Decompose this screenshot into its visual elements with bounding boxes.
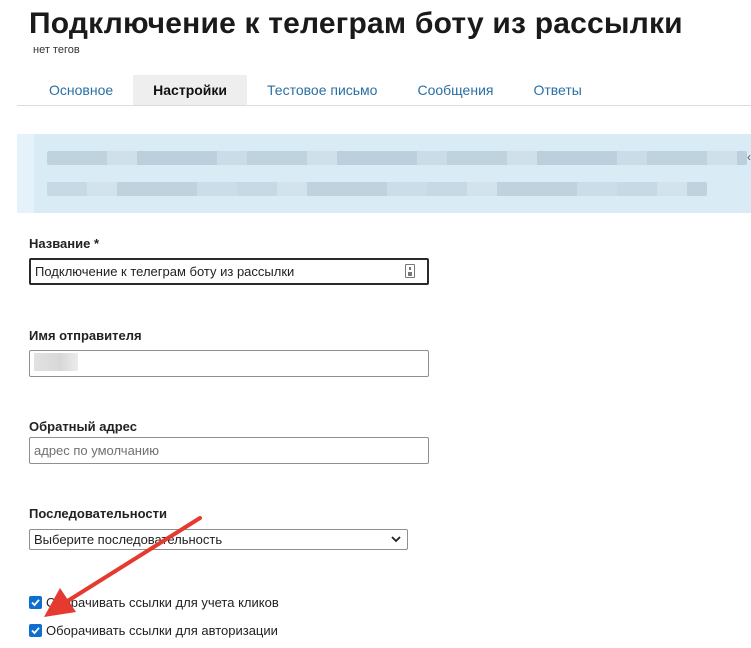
reply-address-input[interactable]	[29, 437, 429, 464]
reply-address-label: Обратный адрес	[29, 419, 137, 434]
tab-replies[interactable]: Ответы	[513, 75, 601, 105]
autofill-contact-icon[interactable]	[405, 264, 415, 278]
banner-redacted-line	[47, 151, 747, 165]
checkmark-icon	[31, 598, 40, 606]
tab-main[interactable]: Основное	[29, 75, 133, 105]
sender-name-label: Имя отправителя	[29, 328, 142, 343]
page-title: Подключение к телеграм боту из рассылки	[29, 7, 683, 40]
close-icon[interactable]: ‹	[747, 150, 751, 164]
banner-accent	[17, 134, 34, 213]
wrap-links-auth-checkbox[interactable]	[29, 623, 42, 637]
info-banner: ‹	[17, 134, 751, 213]
name-input[interactable]	[29, 258, 429, 285]
tab-test-email[interactable]: Тестовое письмо	[247, 75, 397, 105]
checkmark-icon	[31, 626, 40, 634]
wrap-links-auth-label: Оборачивать ссылки для авторизации	[46, 622, 278, 638]
tags-label[interactable]: нет тегов	[33, 44, 80, 56]
sender-name-input[interactable]	[29, 350, 429, 377]
wrap-links-clicks-option[interactable]: Оборачивать ссылки для учета кликов	[29, 594, 279, 610]
name-label: Название *	[29, 236, 100, 251]
sequences-selected-value: Выберите последовательность	[34, 532, 223, 547]
sender-name-redacted-value	[34, 353, 78, 371]
banner-redacted-line	[47, 182, 707, 196]
tab-messages[interactable]: Сообщения	[397, 75, 513, 105]
tab-divider	[17, 105, 751, 106]
tab-bar: Основное Настройки Тестовое письмо Сообщ…	[29, 75, 602, 105]
chevron-down-icon	[391, 536, 401, 543]
wrap-links-clicks-label: Оборачивать ссылки для учета кликов	[46, 594, 279, 610]
wrap-links-auth-option[interactable]: Оборачивать ссылки для авторизации	[29, 622, 278, 638]
tab-settings[interactable]: Настройки	[133, 75, 248, 105]
wrap-links-clicks-checkbox[interactable]	[29, 595, 42, 609]
sequences-label: Последовательности	[29, 506, 167, 521]
sequences-select[interactable]: Выберите последовательность	[29, 529, 408, 550]
